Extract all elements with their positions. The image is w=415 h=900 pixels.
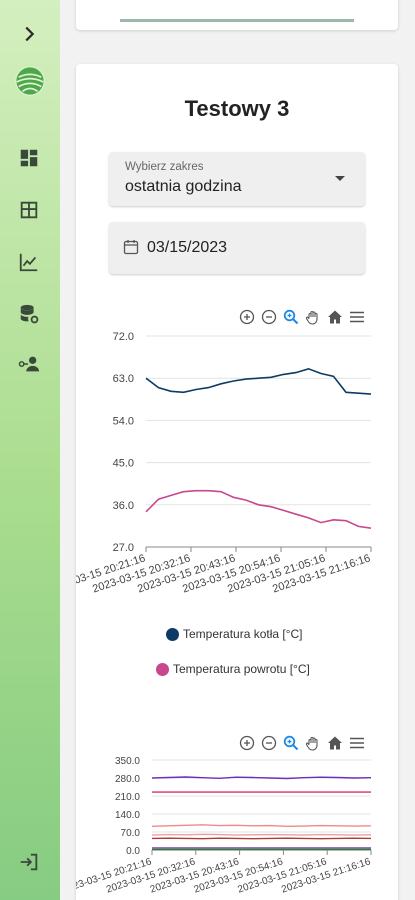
series-line xyxy=(145,489,372,529)
legend-label: Temperatura powrotu [°C] xyxy=(173,662,310,676)
zoom-out-icon[interactable] xyxy=(260,308,278,326)
menu-icon[interactable] xyxy=(348,308,366,326)
logo-icon[interactable] xyxy=(12,66,48,96)
chart-values: 350.0280.0210.0140.070.00.02023-03-15 20… xyxy=(76,756,372,896)
pan-hand-icon[interactable] xyxy=(304,308,322,326)
date-field[interactable]: 03/15/2023 xyxy=(109,222,365,274)
y-tick-label: 36.0 xyxy=(113,500,134,512)
chart-line-icon[interactable] xyxy=(17,250,41,274)
series-line xyxy=(145,367,372,395)
y-tick-label: 63.0 xyxy=(113,373,134,385)
legend-marker xyxy=(156,662,169,676)
chevron-right-icon[interactable] xyxy=(17,22,41,46)
y-tick-label: 70.0 xyxy=(121,828,141,839)
series-line xyxy=(151,824,372,828)
legend-item-temperatura-powrotu[interactable]: Temperatura powrotu [°C] xyxy=(156,662,310,676)
main-content: Testowy 3 Wybierz zakres ostatnia godzin… xyxy=(60,0,415,900)
y-tick-label: 72.0 xyxy=(113,331,134,343)
zoom-in-icon[interactable] xyxy=(238,734,256,752)
y-tick-label: 280.0 xyxy=(115,774,140,785)
previous-card-bar xyxy=(120,19,354,22)
sidebar xyxy=(0,0,60,900)
selection-zoom-icon[interactable] xyxy=(282,308,300,326)
y-tick-label: 0.0 xyxy=(126,846,140,857)
chart2-toolbar xyxy=(238,734,366,752)
selection-zoom-icon[interactable] xyxy=(282,734,300,752)
previous-card xyxy=(76,0,398,30)
chart-temperature: 72.063.054.045.036.027.02023-03-15 20:21… xyxy=(76,331,372,595)
logout-icon[interactable] xyxy=(17,850,41,874)
range-select[interactable]: Wybierz zakres ostatnia godzina xyxy=(109,152,365,206)
table-icon[interactable] xyxy=(17,198,41,222)
calendar-icon xyxy=(123,240,139,255)
y-tick-label: 210.0 xyxy=(115,792,140,803)
chart1-toolbar xyxy=(238,308,366,326)
home-reset-icon[interactable] xyxy=(326,734,344,752)
range-select-value: ostatnia godzina xyxy=(125,178,242,195)
menu-icon[interactable] xyxy=(348,734,366,752)
database-settings-icon[interactable] xyxy=(17,302,41,326)
home-reset-icon[interactable] xyxy=(326,308,344,326)
device-card: Testowy 3 Wybierz zakres ostatnia godzin… xyxy=(76,64,398,900)
zoom-in-icon[interactable] xyxy=(238,308,256,326)
user-key-icon[interactable] xyxy=(17,352,41,376)
y-tick-label: 27.0 xyxy=(113,542,134,554)
series-line xyxy=(151,833,372,836)
chevron-down-icon xyxy=(335,176,345,181)
pan-hand-icon[interactable] xyxy=(304,734,322,752)
dashboard-icon[interactable] xyxy=(17,146,41,170)
series-line xyxy=(151,837,372,840)
zoom-out-icon[interactable] xyxy=(260,734,278,752)
date-value: 03/15/2023 xyxy=(147,239,228,256)
legend-item-temperatura-kotla[interactable]: Temperatura kotła [°C] xyxy=(166,627,303,641)
page-title: Testowy 3 xyxy=(184,96,290,121)
y-tick-label: 45.0 xyxy=(113,458,134,470)
range-select-label: Wybierz zakres xyxy=(125,161,204,173)
legend-marker xyxy=(166,627,179,641)
y-tick-label: 350.0 xyxy=(115,756,140,767)
y-tick-label: 54.0 xyxy=(113,415,134,427)
legend-label: Temperatura kotła [°C] xyxy=(183,627,303,641)
y-tick-label: 140.0 xyxy=(115,810,140,821)
